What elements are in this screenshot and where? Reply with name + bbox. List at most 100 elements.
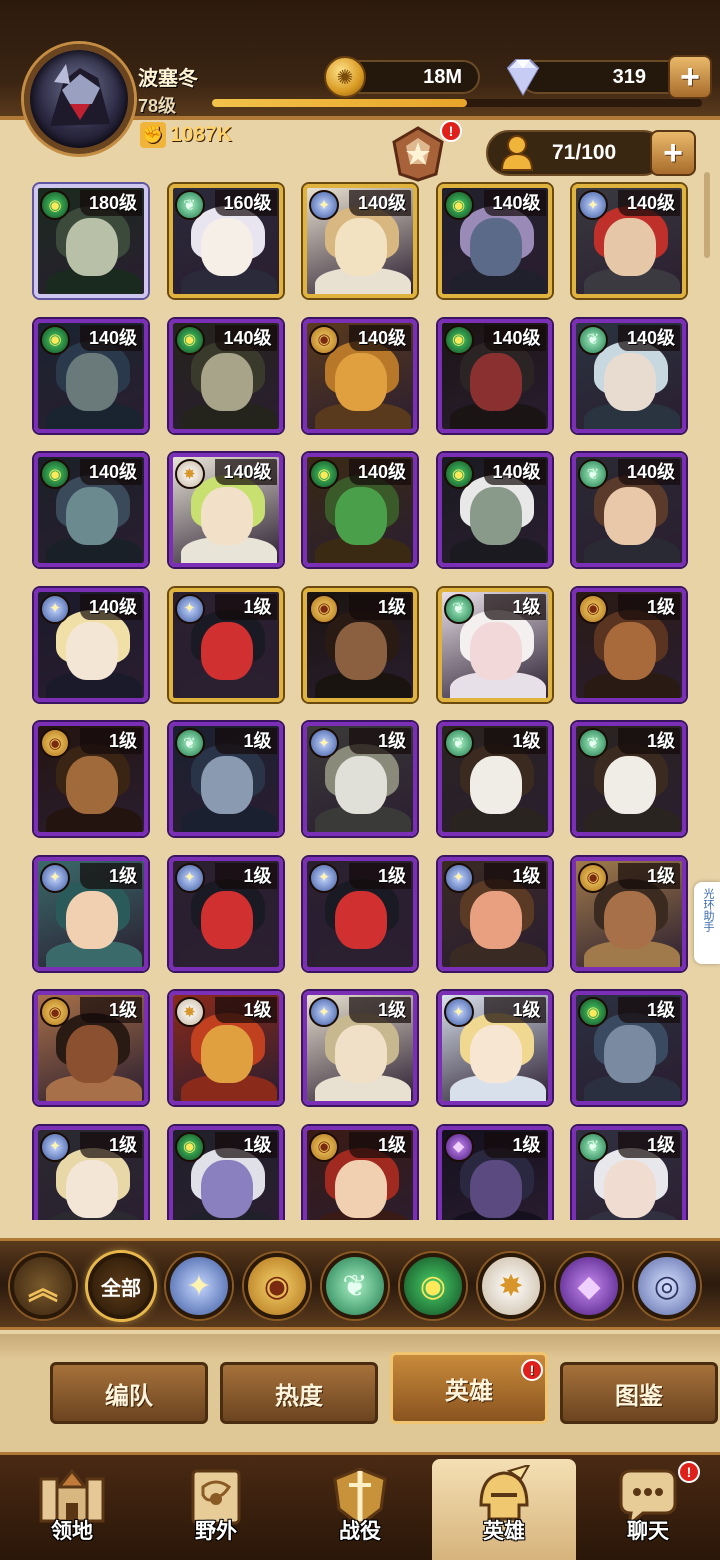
hero-level: 1级 — [618, 728, 680, 754]
tab-label: 图鉴 — [615, 1382, 663, 1410]
hero-card[interactable]: ◉ 140级 — [34, 453, 148, 567]
hero-card[interactable]: ◉ 1级 — [303, 587, 417, 702]
wild-faction-icon: ❦ — [578, 1131, 608, 1162]
hero-card[interactable]: ✦ 1级 — [303, 856, 417, 971]
hero-card[interactable]: ❦ 1级 — [572, 1125, 686, 1220]
mauler-faction-icon: ◉ — [443, 190, 474, 220]
hero-level: 1级 — [349, 728, 411, 754]
hero-card[interactable]: ✦ 1级 — [303, 722, 417, 836]
hero-card[interactable]: ✦ 1级 — [168, 587, 283, 702]
hero-card[interactable]: ✦ 1级 — [34, 856, 148, 971]
filter-celestial-button[interactable]: ✸ — [478, 1253, 544, 1319]
hero-card[interactable]: ◉ 140级 — [34, 318, 148, 433]
hero-face — [469, 890, 522, 949]
hero-card[interactable]: ◉ 140级 — [303, 318, 417, 433]
nav-label: 野外 — [195, 1520, 237, 1543]
hero-card[interactable]: ✦ 140级 — [572, 184, 686, 298]
hero-level: 140级 — [483, 190, 546, 216]
hero-level: 140级 — [483, 324, 546, 351]
hero-card[interactable]: ❦ 1级 — [572, 722, 686, 836]
combat-power: ✊ 1087K — [140, 122, 232, 148]
hero-face — [66, 218, 118, 276]
filter-graveborn-button[interactable]: ◉ — [244, 1253, 310, 1319]
hero-card[interactable]: ◉ 180级 — [34, 184, 148, 298]
hero-card[interactable]: ◆ 1级 — [437, 1125, 552, 1220]
player-avatar[interactable] — [24, 44, 134, 154]
resonating-crystal-icon[interactable] — [390, 124, 446, 182]
tab-3[interactable]: 图鉴 — [560, 1362, 718, 1424]
hero-card[interactable]: ❦ 1级 — [437, 587, 552, 702]
hero-level: 140级 — [349, 459, 411, 485]
hero-level: 1级 — [618, 862, 680, 889]
hero-face — [66, 487, 118, 545]
tabs-divider — [0, 1334, 720, 1360]
hero-card[interactable]: ❦ 1级 — [437, 722, 552, 836]
filter-collapse-button[interactable]: ︽ — [10, 1253, 76, 1319]
hero-card[interactable]: ◉ 140级 — [437, 184, 552, 298]
grave-faction-icon: ◉ — [40, 997, 70, 1027]
hero-level: 1级 — [349, 1131, 411, 1158]
hero-card[interactable]: ✦ 1级 — [437, 856, 552, 971]
hero-card[interactable]: ◉ 1级 — [303, 1125, 417, 1220]
hero-face — [66, 1025, 118, 1083]
all-factions-icon: 全部 — [101, 1277, 141, 1300]
nav-4[interactable]: 聊天! — [576, 1459, 720, 1560]
wild-faction-icon: ❦ — [174, 190, 205, 220]
hero-card[interactable]: ◉ 1级 — [572, 587, 686, 702]
filter-mauler-button[interactable]: ◉ — [400, 1253, 466, 1319]
hero-card[interactable]: ◉ 1级 — [34, 991, 148, 1105]
filter-lightbearer-button[interactable]: ✦ — [166, 1253, 232, 1319]
hero-card[interactable]: ❦ 160级 — [168, 184, 283, 298]
nav-2[interactable]: 战役 — [288, 1459, 432, 1560]
grave-faction-icon: ◉ — [309, 324, 339, 355]
hero-face — [604, 218, 656, 276]
hero-card[interactable]: ✦ 140级 — [303, 184, 417, 298]
light-faction-icon: ✦ — [309, 728, 339, 758]
nav-3[interactable]: 英雄 — [432, 1459, 576, 1560]
tab-2[interactable]: 英雄! — [390, 1352, 548, 1424]
hero-level: 140级 — [80, 459, 142, 485]
light-faction-icon: ✦ — [174, 593, 205, 624]
lightbearer-icon: ✦ — [186, 1269, 212, 1303]
hero-level: 140级 — [214, 459, 277, 485]
hero-card[interactable]: ◉ 1级 — [572, 991, 686, 1105]
hero-card[interactable]: ◉ 140级 — [437, 318, 552, 433]
expand-roster-button[interactable]: + — [650, 130, 696, 176]
tab-1[interactable]: 热度 — [220, 1362, 378, 1424]
helper-side-tab[interactable]: 光环助手 — [694, 882, 720, 964]
hero-card[interactable]: ◉ 140级 — [168, 318, 283, 433]
hero-card[interactable]: ◉ 1级 — [168, 1125, 283, 1220]
hero-card[interactable]: ✦ 140级 — [34, 587, 148, 702]
hero-card[interactable]: ◉ 140级 — [437, 453, 552, 567]
filter-hypogean-button[interactable]: ◆ — [556, 1253, 622, 1319]
hero-card[interactable]: ✸ 140级 — [168, 453, 283, 567]
hero-face — [604, 352, 656, 411]
hero-card[interactable]: ✦ 1级 — [437, 991, 552, 1105]
grave-faction-icon: ◉ — [578, 593, 608, 624]
hero-card[interactable]: ❦ 1级 — [168, 722, 283, 836]
hero-card[interactable]: ◉ 1级 — [34, 722, 148, 836]
hero-card[interactable]: ✸ 1级 — [168, 991, 283, 1105]
add-gems-button[interactable]: + — [668, 55, 712, 99]
nav-label: 聊天 — [627, 1520, 669, 1543]
filter-wilder-button[interactable]: ❦ — [322, 1253, 388, 1319]
hero-card[interactable]: ❦ 140级 — [572, 453, 686, 567]
grid-scrollbar[interactable] — [704, 172, 710, 258]
hero-face — [66, 352, 118, 411]
nav-0[interactable]: 领地 — [0, 1459, 144, 1560]
filter-dimensional-button[interactable]: ◎ — [634, 1253, 700, 1319]
hero-level: 1级 — [618, 1131, 680, 1158]
tab-0[interactable]: 编队 — [50, 1362, 208, 1424]
hero-card[interactable]: ✦ 1级 — [303, 991, 417, 1105]
level-progress-bar — [212, 99, 702, 107]
hero-card[interactable]: ◉ 1级 — [572, 856, 686, 971]
hero-card[interactable]: ◉ 140级 — [303, 453, 417, 567]
nav-1[interactable]: 野外 — [144, 1459, 288, 1560]
mauler-faction-icon: ◉ — [40, 324, 70, 355]
filter-all-button[interactable]: 全部 — [88, 1253, 154, 1319]
hero-card[interactable]: ✦ 1级 — [34, 1125, 148, 1220]
wild-faction-icon: ❦ — [578, 728, 608, 758]
hero-card[interactable]: ❦ 140级 — [572, 318, 686, 433]
hero-level: 1级 — [618, 593, 680, 620]
hero-card[interactable]: ✦ 1级 — [168, 856, 283, 971]
